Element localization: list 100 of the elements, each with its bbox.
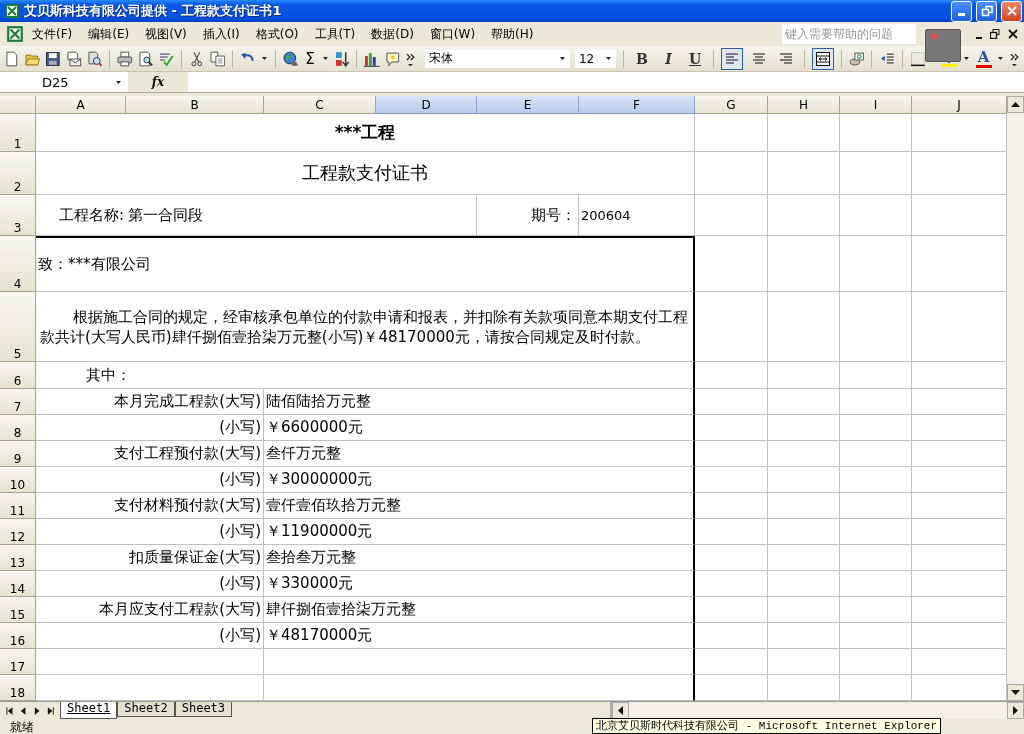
spell-check-icon[interactable] (158, 50, 174, 67)
column-header[interactable]: A (36, 96, 126, 114)
row-header[interactable]: 9 (0, 441, 36, 467)
scroll-right-icon[interactable] (1007, 702, 1024, 719)
column-header[interactable]: B (126, 96, 264, 114)
select-all-button[interactable] (0, 96, 36, 114)
vertical-scrollbar[interactable] (1007, 96, 1024, 701)
next-sheet-icon[interactable] (32, 705, 41, 716)
menu-item[interactable]: 数据(D) (363, 23, 422, 45)
row-header[interactable]: 7 (0, 389, 36, 415)
caret-icon[interactable] (963, 56, 970, 61)
row-header[interactable]: 12 (0, 519, 36, 545)
copy-icon[interactable] (209, 50, 226, 67)
row-header[interactable]: 1 (0, 114, 36, 152)
column-header[interactable]: J (912, 96, 1007, 114)
close-icon (1005, 5, 1018, 17)
row-header[interactable]: 10 (0, 467, 36, 493)
row-header[interactable]: 13 (0, 545, 36, 571)
row-header[interactable]: 2 (0, 152, 36, 195)
speech-bubble-icon[interactable] (384, 50, 401, 67)
table-cell: ￥330000元 (264, 571, 695, 597)
document-search-icon[interactable] (86, 50, 103, 67)
mail-document-icon[interactable] (65, 50, 82, 67)
decrease-indent-icon[interactable] (879, 50, 895, 67)
column-header[interactable]: D (376, 96, 477, 114)
first-sheet-icon[interactable] (6, 705, 15, 716)
column-header[interactable]: E (477, 96, 579, 114)
table-cell: 陆佰陆拾万元整 (264, 389, 695, 415)
workbook-icon[interactable] (6, 25, 24, 43)
table-cell: 壹仟壹佰玖拾万元整 (264, 493, 695, 519)
insert-function-button[interactable]: fx (151, 75, 165, 89)
floating-window-menu (925, 29, 961, 62)
menu-item[interactable]: 文件(F) (24, 23, 81, 45)
globe-icon[interactable] (282, 50, 299, 67)
sum-button[interactable]: Σ (303, 49, 317, 68)
table-cell: ￥30000000元 (264, 467, 695, 493)
empty-cell[interactable] (264, 649, 695, 675)
row-header[interactable]: 11 (0, 493, 36, 519)
row-header[interactable]: 8 (0, 415, 36, 441)
row-header[interactable]: 17 (0, 649, 36, 675)
help-search-field[interactable]: 键入需要帮助的问题 (782, 24, 916, 44)
column-header[interactable]: H (768, 96, 840, 114)
save-icon[interactable] (45, 50, 61, 67)
print-icon[interactable] (117, 50, 133, 67)
column-header[interactable]: I (840, 96, 912, 114)
minimize-button[interactable] (951, 0, 972, 22)
previous-sheet-icon[interactable] (19, 705, 28, 716)
caret-icon[interactable] (997, 56, 1005, 61)
font-color-button[interactable]: A (974, 49, 993, 68)
underline-button[interactable]: U (684, 47, 706, 70)
row-header[interactable]: 4 (0, 236, 36, 292)
minimize-icon (958, 13, 965, 16)
row-header[interactable]: 15 (0, 597, 36, 623)
row-header[interactable]: 6 (0, 362, 36, 389)
merge-center-button[interactable] (811, 47, 834, 70)
horizontal-scrollbar[interactable] (610, 702, 1024, 719)
sheet-tab[interactable]: Sheet3 (174, 702, 233, 717)
table-cell: ￥6600000元 (264, 415, 695, 441)
menu-item[interactable]: 插入(I) (194, 23, 248, 45)
column-header[interactable]: G (695, 96, 768, 114)
scroll-up-icon[interactable] (1007, 96, 1024, 113)
font-dropdown[interactable]: 宋体 (425, 49, 570, 68)
row-header[interactable]: 5 (0, 292, 36, 362)
caret-icon[interactable] (321, 56, 329, 61)
menu-item[interactable]: 格式(O) (247, 23, 307, 45)
menu-item[interactable]: 视图(V) (137, 23, 195, 45)
font-size-dropdown[interactable]: 12 (574, 49, 617, 68)
italic-button[interactable]: I (657, 47, 680, 70)
table-cell: 叁仟万元整 (264, 441, 695, 467)
dot-icon (931, 33, 938, 40)
sort-ascending-icon[interactable] (333, 50, 350, 67)
menu-item[interactable]: 编辑(E) (80, 23, 138, 45)
row-header[interactable]: 14 (0, 571, 36, 597)
cut-icon[interactable] (188, 50, 205, 67)
scroll-down-icon[interactable] (1007, 684, 1024, 701)
close-button[interactable] (1001, 0, 1022, 22)
restore-icon[interactable] (990, 29, 1000, 39)
sheet-tab[interactable]: Sheet2 (117, 702, 175, 717)
caret-icon[interactable] (260, 56, 268, 61)
minimize-icon[interactable] (976, 36, 982, 39)
row-header[interactable]: 18 (0, 675, 36, 701)
bold-button[interactable]: B (631, 47, 653, 70)
new-document-icon[interactable] (4, 50, 20, 67)
menu-item[interactable]: 帮助(H) (483, 23, 542, 45)
align-left-button[interactable] (720, 47, 743, 70)
last-sheet-icon[interactable] (45, 705, 54, 716)
menu-item[interactable]: 窗口(W) (421, 23, 484, 45)
row-header[interactable]: 3 (0, 195, 36, 236)
scroll-left-icon[interactable] (612, 702, 629, 719)
table-cell: (小写) (36, 571, 264, 597)
column-header[interactable]: F (579, 96, 695, 114)
sheet-tab[interactable]: Sheet1 (60, 702, 118, 719)
print-preview-icon[interactable] (137, 50, 154, 67)
menu-item[interactable]: 工具(T) (306, 23, 364, 45)
close-icon[interactable] (1008, 29, 1018, 39)
row-header[interactable]: 16 (0, 623, 36, 649)
currency-icon[interactable] (848, 50, 865, 67)
restore-button[interactable] (976, 0, 997, 22)
chart-icon[interactable] (364, 50, 380, 67)
column-header[interactable]: C (264, 96, 376, 114)
